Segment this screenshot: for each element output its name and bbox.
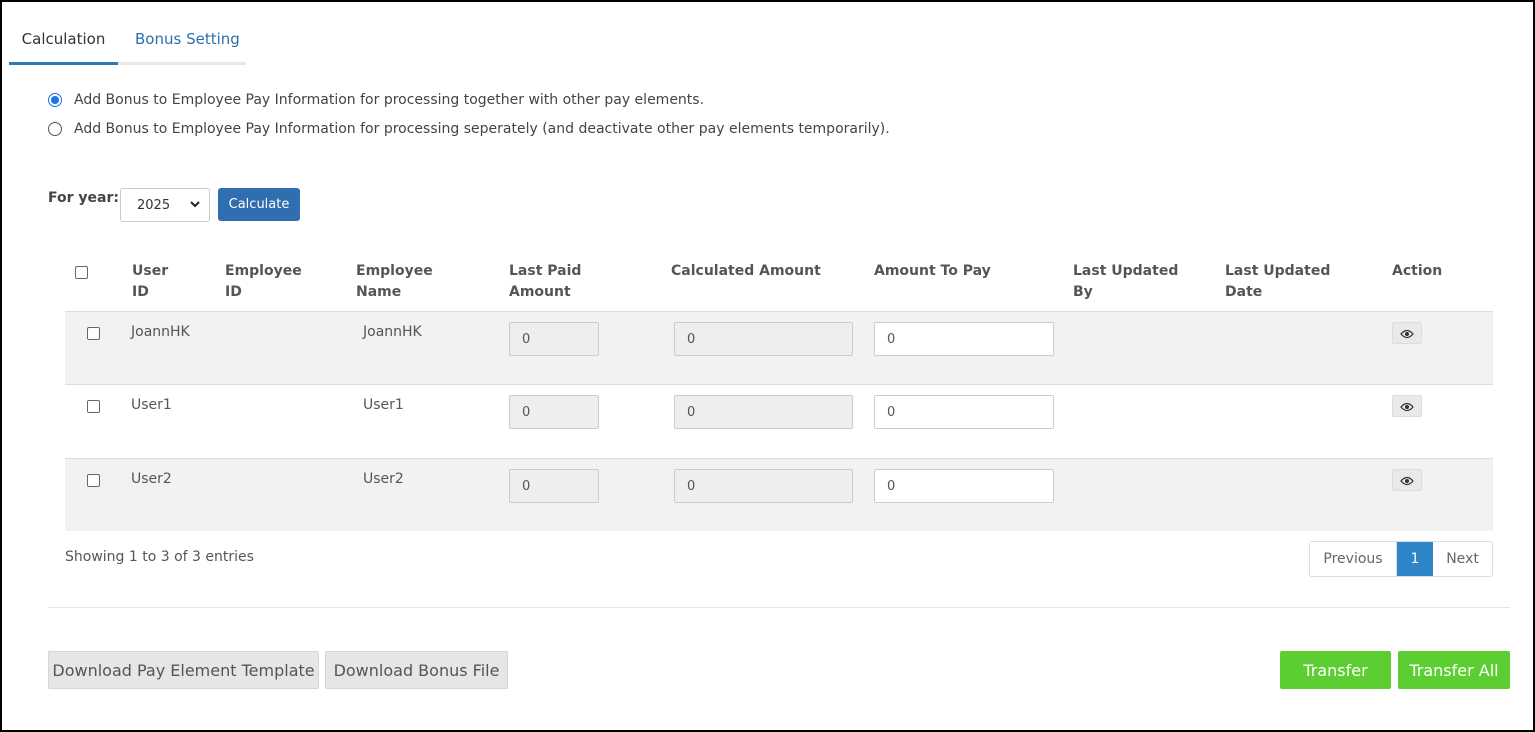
page-button-current[interactable]: 1: [1397, 542, 1433, 576]
header-last-updated-by[interactable]: Last Updated By: [1073, 261, 1178, 303]
header-last-updated-date[interactable]: Last Updated Date: [1225, 261, 1330, 303]
calculated-amount-field: 0: [674, 322, 853, 356]
header-last-updated-date-line2: Date: [1225, 284, 1263, 300]
cell-employee-name: JoannHK: [363, 324, 422, 340]
tab-bar: Calculation Bonus Setting: [9, 22, 246, 65]
option-process-separately[interactable]: Add Bonus to Employee Pay Information fo…: [48, 121, 890, 137]
header-user-id[interactable]: User ID: [132, 261, 168, 303]
radio-process-together[interactable]: [48, 93, 62, 107]
header-amount-to-pay[interactable]: Amount To Pay: [874, 261, 991, 282]
option-process-separately-label: Add Bonus to Employee Pay Information fo…: [74, 121, 890, 137]
header-employee-id-line2: ID: [225, 284, 242, 300]
header-employee-id[interactable]: Employee ID: [225, 261, 302, 303]
header-action: Action: [1392, 263, 1443, 279]
table-row: User2 User2 0 0 0: [65, 458, 1493, 531]
header-user-id-line1: User: [132, 263, 169, 279]
header-last-updated-by-line2: By: [1073, 284, 1093, 300]
table-row: JoannHK JoannHK 0 0 0: [65, 311, 1493, 384]
eye-icon: [1400, 324, 1414, 343]
cell-user-id: JoannHK: [131, 324, 190, 340]
select-all-checkbox[interactable]: [75, 266, 88, 279]
transfer-all-button[interactable]: Transfer All: [1398, 651, 1510, 689]
amount-to-pay-input[interactable]: 0: [874, 469, 1054, 503]
next-page-button[interactable]: Next: [1433, 542, 1492, 576]
cell-employee-name: User1: [363, 397, 404, 413]
calculated-amount-field: 0: [674, 469, 853, 503]
last-paid-field: 0: [509, 469, 599, 503]
pagination-info: Showing 1 to 3 of 3 entries: [65, 549, 254, 565]
amount-to-pay-input[interactable]: 0: [874, 395, 1054, 429]
option-process-together-label: Add Bonus to Employee Pay Information fo…: [74, 92, 705, 108]
view-button[interactable]: [1392, 322, 1422, 344]
header-employee-name-line2: Name: [356, 284, 402, 300]
header-user-id-line2: ID: [132, 284, 149, 300]
header-employee-name[interactable]: Employee Name: [356, 261, 433, 303]
divider: [48, 607, 1510, 608]
cell-employee-name: User2: [363, 471, 404, 487]
eye-icon: [1400, 397, 1414, 416]
header-last-paid-line2: Amount: [509, 284, 571, 300]
header-last-paid[interactable]: Last Paid Amount: [509, 261, 581, 303]
transfer-button[interactable]: Transfer: [1280, 651, 1391, 689]
radio-process-separately[interactable]: [48, 122, 62, 136]
bonus-calculation-panel: Calculation Bonus Setting Add Bonus to E…: [0, 0, 1535, 732]
year-select[interactable]: 2025: [120, 188, 210, 222]
row-checkbox[interactable]: [87, 327, 100, 340]
header-last-updated-date-line1: Last Updated: [1225, 263, 1331, 279]
amount-to-pay-input[interactable]: 0: [874, 322, 1054, 356]
chevron-down-icon: [189, 198, 201, 213]
year-label: For year:: [48, 190, 119, 206]
calculate-button[interactable]: Calculate: [218, 188, 300, 221]
header-last-updated-by-line1: Last Updated: [1073, 263, 1179, 279]
row-checkbox[interactable]: [87, 474, 100, 487]
previous-page-button[interactable]: Previous: [1310, 542, 1397, 576]
download-pay-element-template-button[interactable]: Download Pay Element Template: [48, 651, 319, 689]
eye-icon: [1400, 471, 1414, 490]
cell-user-id: User2: [131, 471, 172, 487]
header-calculated-amount[interactable]: Calculated Amount: [671, 261, 821, 282]
header-employee-name-line1: Employee: [356, 263, 433, 279]
table-row: User1 User1 0 0 0: [65, 384, 1493, 458]
row-checkbox[interactable]: [87, 400, 100, 413]
year-select-value: 2025: [137, 197, 171, 213]
view-button[interactable]: [1392, 469, 1422, 491]
last-paid-field: 0: [509, 322, 599, 356]
calculated-amount-field: 0: [674, 395, 853, 429]
header-employee-id-line1: Employee: [225, 263, 302, 279]
option-process-together[interactable]: Add Bonus to Employee Pay Information fo…: [48, 92, 704, 108]
view-button[interactable]: [1392, 395, 1422, 417]
header-last-paid-line1: Last Paid: [509, 263, 582, 279]
pagination: Previous 1 Next: [1309, 541, 1493, 577]
download-bonus-file-button[interactable]: Download Bonus File: [325, 651, 508, 689]
tab-bonus-setting[interactable]: Bonus Setting: [135, 30, 240, 48]
cell-user-id: User1: [131, 397, 172, 413]
tab-calculation[interactable]: Calculation: [9, 30, 118, 65]
last-paid-field: 0: [509, 395, 599, 429]
